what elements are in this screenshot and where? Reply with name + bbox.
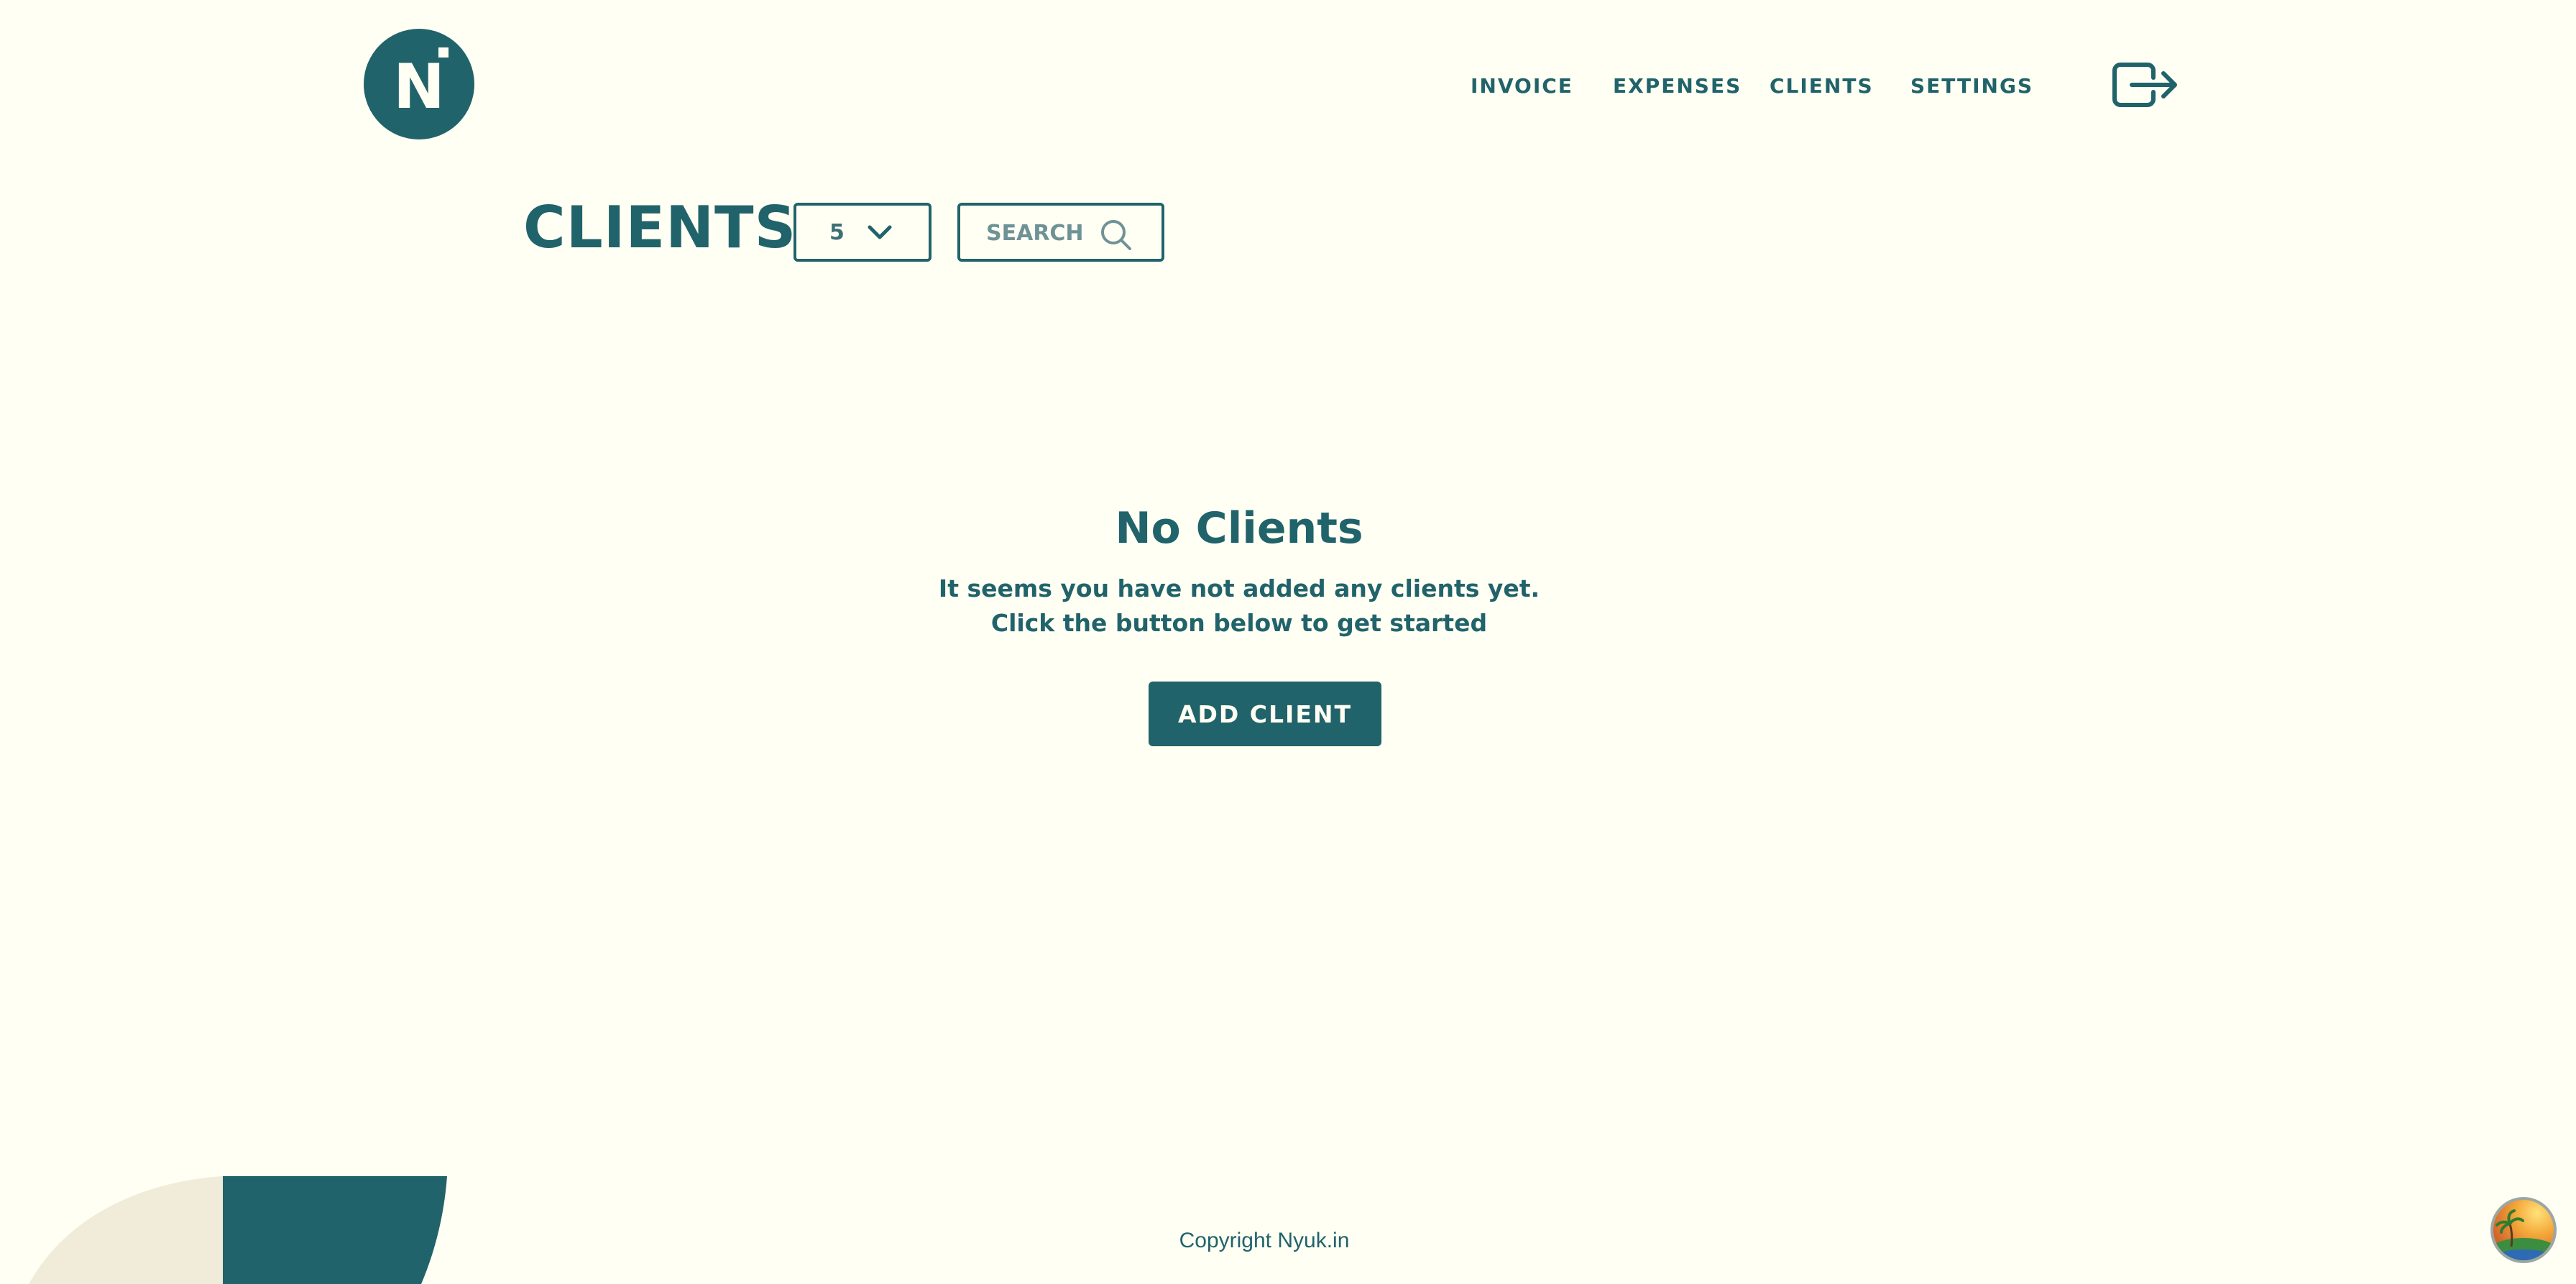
nav-link-expenses[interactable]: EXPENSES [1613,72,1742,101]
chevron-down-icon [868,225,892,239]
logo-dot-icon [438,47,448,58]
nav-link-clients[interactable]: CLIENTS [1770,72,1874,101]
logo-text: N [393,51,445,123]
logo[interactable]: N [364,29,474,139]
logout-button[interactable] [2110,56,2179,114]
empty-state-title: No Clients [1115,503,1363,554]
page-size-value: 5 [829,220,845,245]
page-title: CLIENTS [523,194,797,261]
copyright-text: Copyright Nyuk.in [1179,1229,1350,1252]
assistant-avatar-button[interactable] [2490,1196,2557,1264]
nav-link-invoice[interactable]: INVOICE [1471,72,1573,101]
empty-state-message-line1: It seems you have not added any clients … [938,574,1540,602]
search-icon[interactable] [1098,217,1134,253]
nav-link-settings[interactable]: SETTINGS [1910,72,2033,101]
add-client-button[interactable]: ADD CLIENT [1149,682,1381,746]
logout-icon [2112,63,2177,107]
page-size-select[interactable]: 5 [794,203,932,262]
empty-state-message-line2: Click the button below to get started [990,609,1488,637]
search-input[interactable] [986,219,1094,247]
search-box[interactable] [957,203,1164,262]
